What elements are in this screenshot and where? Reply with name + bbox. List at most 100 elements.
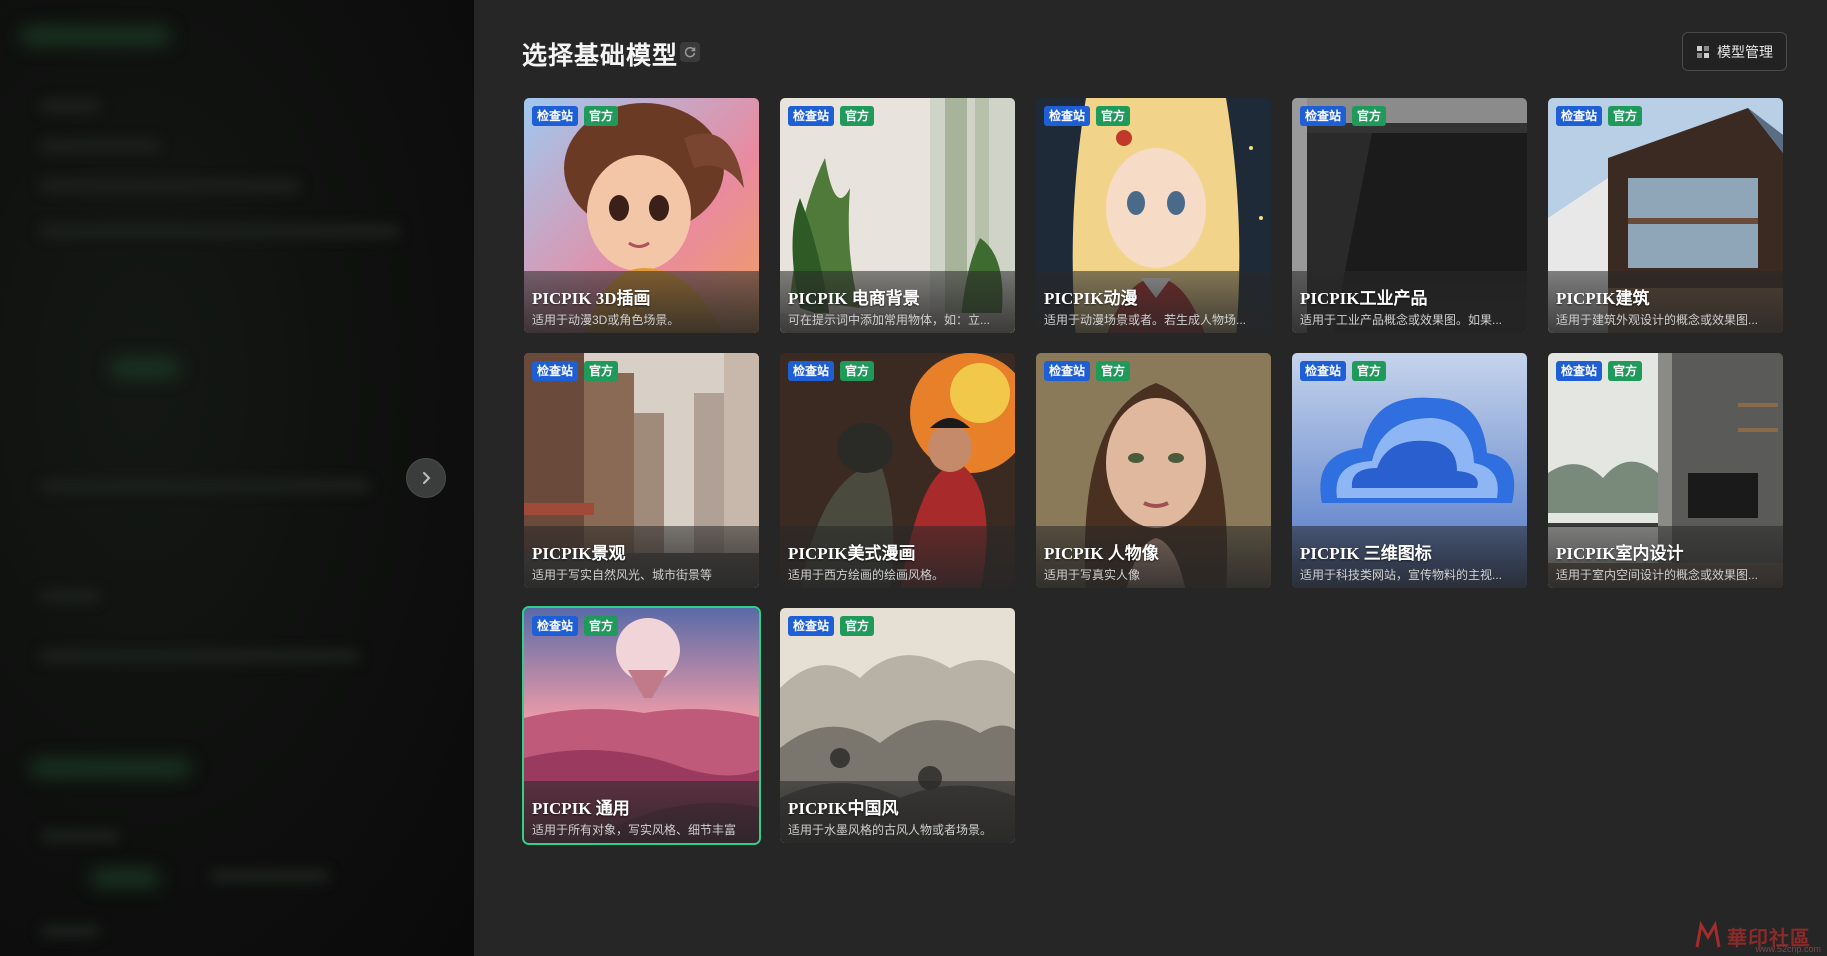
model-card[interactable]: 检查站 官方 PICPIK 通用适用于所有对象，写实风格、细节丰富: [522, 606, 761, 845]
checkpoint-badge: 检查站: [788, 616, 835, 636]
model-description: 适用于工业产品概念或效果图。如果...: [1300, 313, 1503, 327]
card-badges: 检查站 官方: [1300, 361, 1387, 381]
sidebar-panel: [0, 0, 474, 956]
model-description: 适用于写实自然风光、城市街景等: [532, 568, 713, 582]
model-title: PICPIK 3D插画: [532, 289, 651, 308]
model-description: 适用于动漫场景或者。若生成人物场...: [1044, 313, 1247, 327]
model-title: PICPIK 电商背景: [788, 289, 920, 308]
sidebar-blurred-item: [90, 870, 160, 886]
checkpoint-badge: 检查站: [1556, 361, 1603, 381]
official-badge: 官方: [1096, 106, 1131, 126]
official-badge: 官方: [584, 616, 619, 636]
model-title: PICPIK室内设计: [1556, 544, 1684, 563]
site-watermark-logo: 華印社區 www.52cnp.com: [1693, 918, 1823, 954]
chevron-right-icon: [423, 472, 431, 484]
official-badge: 官方: [1352, 106, 1387, 126]
model-grid: 检查站 官方 PICPIK 3D插画 适用于动漫3D或角色场景。 检查站 官方 PICPI…: [522, 96, 1785, 845]
sidebar-blurred-item: [40, 140, 160, 152]
model-selection-panel: 选择基础模型 模型管理 检查站 官方 PICPIK 3D插画 适用于动漫3D或角色场景…: [474, 0, 1827, 956]
sidebar-blurred-item: [40, 180, 300, 192]
official-badge: 官方: [584, 106, 619, 126]
model-card[interactable]: 检查站 官方 PICPIK 电商背景可在提示词中添加常用物体，如：立...: [778, 96, 1017, 335]
model-card[interactable]: 检查站 官方 PICPIK 人物像适用于写真实人像: [1034, 351, 1273, 590]
model-card[interactable]: 检查站 官方 PICPIK景观适用于写实自然风光、城市街景等: [522, 351, 761, 590]
refresh-icon: [684, 46, 696, 58]
card-badges: 检查站 官方: [1556, 106, 1643, 126]
watermark-url: www.52cnp.com: [1755, 944, 1821, 954]
model-description: 适用于水墨风格的古风人物或者场景。: [788, 823, 993, 837]
checkpoint-badge: 检查站: [788, 361, 835, 381]
sidebar-blurred-item: [40, 480, 370, 492]
model-title: PICPIK工业产品: [1300, 289, 1428, 308]
model-title: PICPIK 人物像: [1044, 544, 1159, 563]
checkpoint-badge: 检查站: [532, 106, 579, 126]
watermark-emblem: [1695, 921, 1721, 948]
checkpoint-badge: 检查站: [532, 361, 579, 381]
model-title: PICPIK 三维图标: [1300, 544, 1432, 563]
sidebar-blurred-item: [30, 760, 190, 776]
sidebar-blurred-item: [20, 28, 170, 44]
model-card[interactable]: 检查站 官方 PICPIK美式漫画适用于西方绘画的绘画风格。: [778, 351, 1017, 590]
grid-manage-icon: [1697, 45, 1709, 58]
model-title: PICPIK建筑: [1556, 289, 1650, 308]
checkpoint-badge: 检查站: [788, 106, 835, 126]
model-title: PICPIK景观: [532, 544, 626, 563]
model-card[interactable]: 检查站 官方 PICPIK工业产品适用于工业产品概念或效果图。如果...: [1290, 96, 1529, 335]
model-card[interactable]: 检查站 官方 PICPIK动漫适用于动漫场景或者。若生成人物场...: [1034, 96, 1273, 335]
card-badges: 检查站 官方: [1044, 106, 1131, 126]
model-description: 可在提示词中添加常用物体，如：立...: [788, 313, 991, 327]
checkpoint-badge: 检查站: [1044, 361, 1091, 381]
sidebar-blurred-item: [40, 830, 120, 842]
model-card[interactable]: 检查站 官方 PICPIK中国风适用于水墨风格的古风人物或者场景。: [778, 606, 1017, 845]
card-badges: 检查站 官方: [788, 361, 875, 381]
refresh-button[interactable]: [680, 42, 700, 62]
model-title: PICPIK 通用: [532, 799, 630, 818]
model-description: 适用于写真实人像: [1044, 568, 1141, 582]
page-title: 选择基础模型: [522, 42, 679, 70]
sidebar-blurred-item: [40, 225, 400, 237]
card-badges: 检查站 官方: [532, 361, 619, 381]
official-badge: 官方: [1096, 361, 1131, 381]
sidebar-blurred-item: [40, 590, 100, 602]
model-management-button[interactable]: 模型管理: [1682, 32, 1787, 71]
sidebar-blurred-item: [110, 360, 180, 376]
checkpoint-badge: 检查站: [1300, 361, 1347, 381]
sidebar-blurred-item: [40, 100, 100, 112]
model-description: 适用于所有对象，写实风格、细节丰富: [532, 823, 737, 837]
model-description: 适用于动漫3D或角色场景。: [532, 313, 680, 327]
model-description: 适用于建筑外观设计的概念或效果图...: [1556, 313, 1759, 327]
checkpoint-badge: 检查站: [1300, 106, 1347, 126]
model-description: 适用于科技类网站，宣传物料的主视...: [1300, 568, 1503, 582]
model-title: PICPIK中国风: [788, 799, 899, 818]
official-badge: 官方: [1608, 106, 1643, 126]
sidebar-blurred-item: [40, 925, 100, 937]
sidebar-expand-button[interactable]: [406, 458, 446, 498]
official-badge: 官方: [840, 616, 875, 636]
checkpoint-badge: 检查站: [1556, 106, 1603, 126]
model-card[interactable]: 检查站 官方 PICPIK室内设计适用于室内空间设计的概念或效果图...: [1546, 351, 1785, 590]
card-badges: 检查站 官方: [532, 106, 619, 126]
model-card[interactable]: 检查站 官方 PICPIK建筑适用于建筑外观设计的概念或效果图...: [1546, 96, 1785, 335]
checkpoint-badge: 检查站: [1044, 106, 1091, 126]
official-badge: 官方: [1352, 361, 1387, 381]
card-badges: 检查站 官方: [532, 616, 619, 636]
model-title: PICPIK动漫: [1044, 289, 1138, 308]
card-badges: 检查站 官方: [1300, 106, 1387, 126]
sidebar-blurred-item: [210, 870, 330, 882]
card-badges: 检查站 官方: [1556, 361, 1643, 381]
model-card[interactable]: 检查站 官方 PICPIK 3D插画适用于动漫3D或角色场景。: [522, 96, 761, 335]
official-badge: 官方: [840, 106, 875, 126]
official-badge: 官方: [840, 361, 875, 381]
official-badge: 官方: [1608, 361, 1643, 381]
card-badges: 检查站 官方: [788, 616, 875, 636]
model-management-label: 模型管理: [1717, 43, 1773, 60]
checkpoint-badge: 检查站: [532, 616, 579, 636]
sidebar-blurred-item: [40, 650, 360, 662]
card-badges: 检查站 官方: [1044, 361, 1131, 381]
official-badge: 官方: [584, 361, 619, 381]
model-title: PICPIK美式漫画: [788, 544, 916, 563]
model-description: 适用于西方绘画的绘画风格。: [788, 568, 945, 582]
model-card[interactable]: 检查站 官方 PICPIK 三维图标适用于科技类网站，宣传物料的主视...: [1290, 351, 1529, 590]
model-description: 适用于室内空间设计的概念或效果图...: [1556, 568, 1759, 582]
card-badges: 检查站 官方: [788, 106, 875, 126]
